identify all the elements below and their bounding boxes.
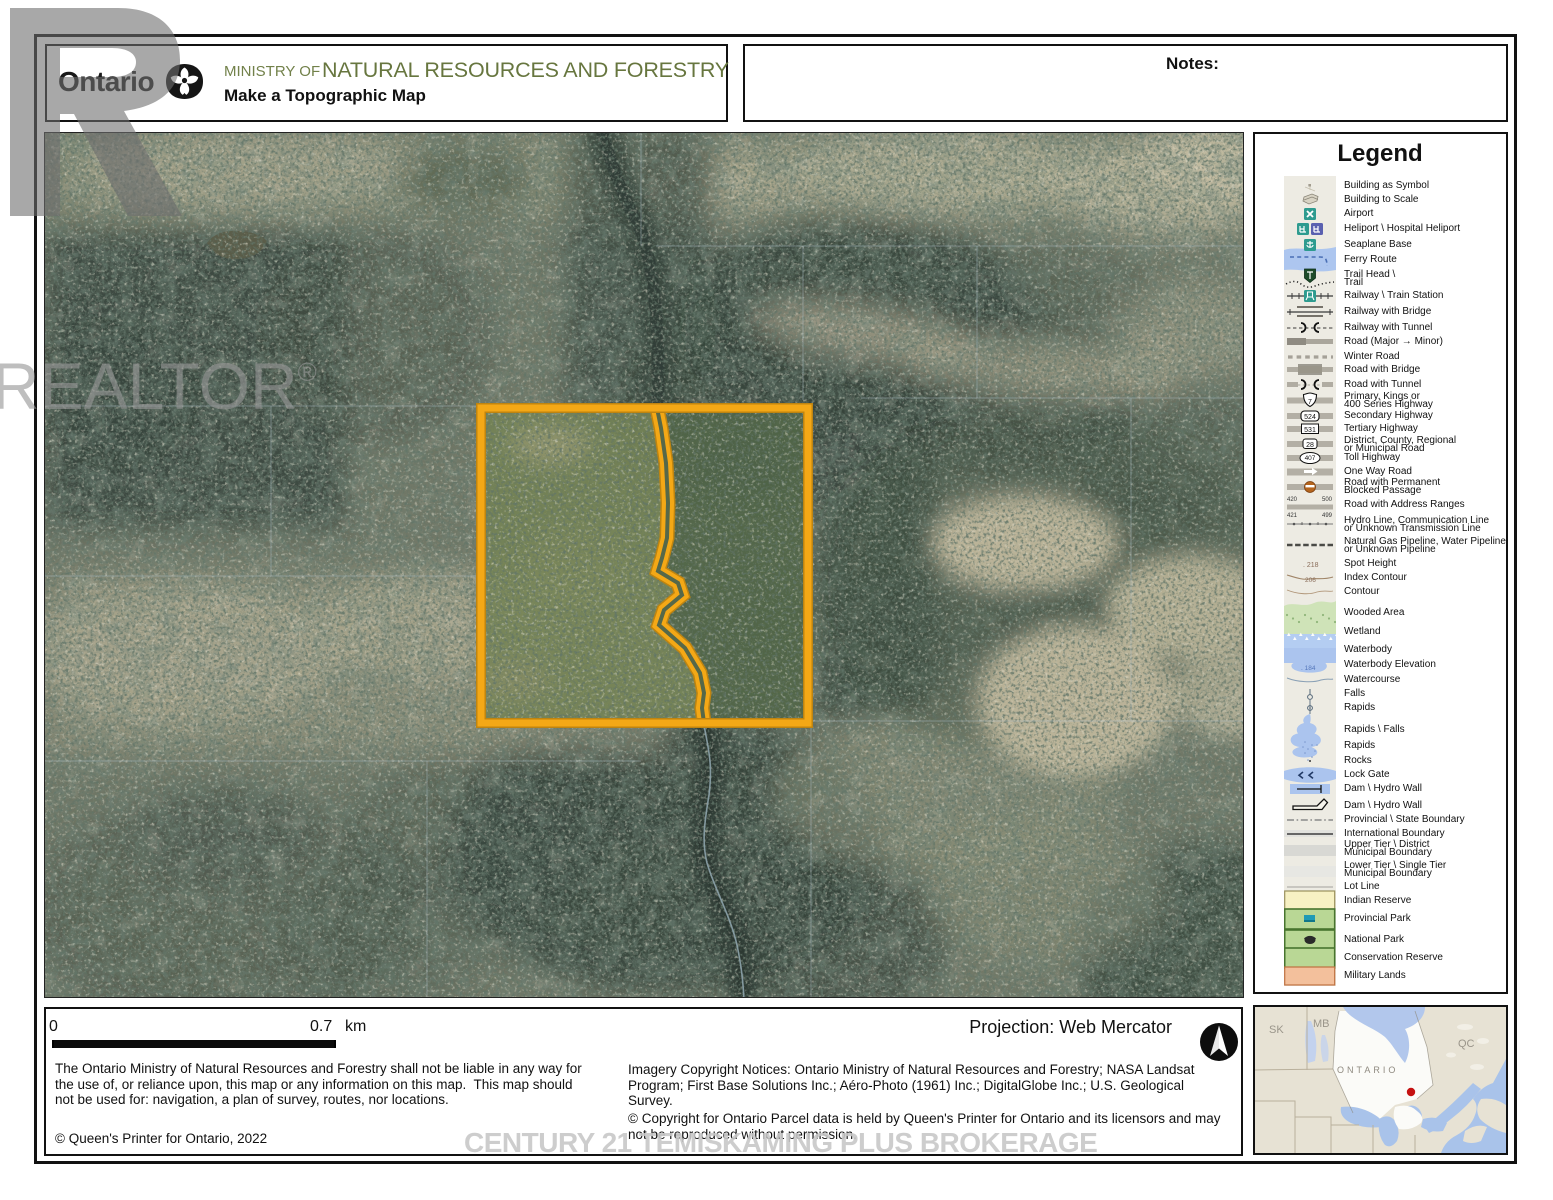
svg-text:531: 531 xyxy=(1304,427,1316,434)
svg-text:. 184: . 184 xyxy=(1301,665,1316,672)
svg-text:524: 524 xyxy=(1304,414,1316,421)
svg-text:7: 7 xyxy=(1308,399,1312,406)
svg-text:28: 28 xyxy=(1306,442,1314,449)
svg-text:SK: SK xyxy=(1269,1024,1284,1036)
svg-text:421: 421 xyxy=(1287,513,1298,519)
svg-text:499: 499 xyxy=(1322,513,1333,519)
svg-text:206: 206 xyxy=(1305,577,1316,584)
svg-text:420: 420 xyxy=(1287,497,1298,503)
svg-text:500: 500 xyxy=(1322,497,1333,503)
svg-text:ONTARIO: ONTARIO xyxy=(1337,1065,1398,1075)
svg-text:MB: MB xyxy=(1313,1018,1330,1030)
svg-text:. 218: . 218 xyxy=(1303,562,1319,569)
svg-text:407: 407 xyxy=(1305,455,1316,462)
svg-text:QC: QC xyxy=(1458,1038,1475,1050)
